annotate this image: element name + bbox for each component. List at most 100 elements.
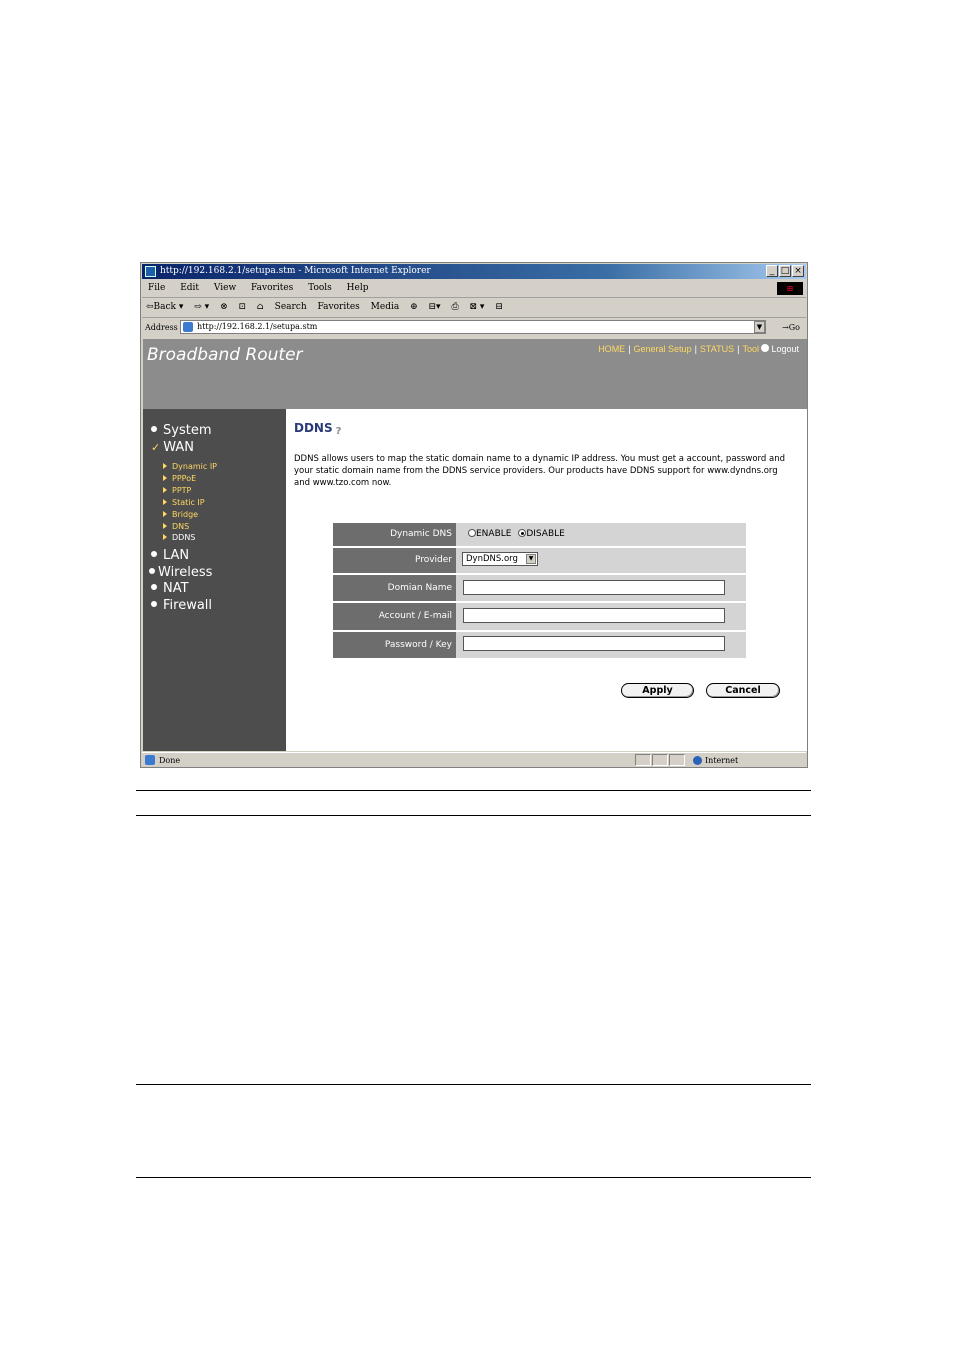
nav-status[interactable]: STATUS (700, 344, 734, 354)
window-title: http://192.168.2.1/setupa.stm - Microsof… (160, 266, 431, 276)
label-domain-name: Domian Name (333, 575, 456, 601)
router-header: Broadband Router HOME | General Setup | STAT… (143, 339, 807, 409)
arrow-icon (163, 523, 167, 529)
page-done-icon (145, 755, 155, 765)
address-value: http://192.168.2.1/setupa.stm (197, 322, 318, 331)
arrow-icon (163, 475, 167, 481)
label-account: Account / E-mail (333, 603, 456, 630)
label-password: Password / Key (333, 632, 456, 658)
sidebar-item-nat[interactable]: NAT (151, 581, 189, 596)
label-dynamic-dns: Dynamic DNS (333, 523, 456, 546)
forward-button[interactable]: ⇨ ▾ (194, 302, 209, 312)
stop-icon[interactable]: ⊗ (220, 302, 228, 312)
cancel-button[interactable]: Cancel (706, 683, 780, 698)
bullet-icon (151, 426, 157, 432)
sidebar-item-lan[interactable]: LAN (151, 548, 189, 563)
provider-select[interactable]: DynDNS.org ▼ (462, 552, 538, 566)
edit-icon[interactable]: ⊠ ▾ (470, 302, 485, 312)
disable-label: DISABLE (526, 529, 565, 539)
sidebar-item-wan[interactable]: ✓ WAN (151, 440, 194, 455)
row-dynamic-dns: Dynamic DNS ENABLE DISABLE (333, 523, 746, 548)
close-button[interactable]: × (792, 265, 804, 277)
sidebar-item-system[interactable]: System (151, 423, 211, 438)
minimize-button[interactable]: _ (766, 265, 778, 277)
check-icon: ✓ (151, 441, 161, 454)
bullet-icon (149, 568, 155, 574)
ie-icon (145, 266, 156, 277)
address-input[interactable]: http://192.168.2.1/setupa.stm (180, 320, 766, 334)
browser-window: http://192.168.2.1/setupa.stm - Microsof… (140, 262, 808, 768)
page-icon (183, 322, 193, 332)
menu-favorites[interactable]: Favorites (251, 283, 293, 293)
home-icon[interactable]: ⌂ (257, 302, 264, 312)
apply-button[interactable]: Apply (621, 683, 694, 698)
refresh-icon[interactable]: ⊡ (239, 302, 247, 312)
sidebar-sub-static-ip[interactable]: Static IP (163, 498, 205, 507)
sidebar-sub-ddns[interactable]: DDNS (163, 533, 195, 542)
page-title: DDNS? (294, 421, 348, 438)
brand-title: Broadband Router (147, 345, 303, 365)
arrow-icon (163, 511, 167, 517)
maximize-button[interactable]: □ (779, 265, 791, 277)
history-icon[interactable]: ⊕ (410, 302, 418, 312)
enable-radio[interactable] (468, 529, 476, 537)
password-input[interactable] (463, 636, 725, 651)
divider-line (136, 1084, 811, 1085)
router-page: Broadband Router HOME | General Setup | STAT… (143, 339, 807, 751)
nav-logout[interactable]: Logout (771, 344, 799, 354)
arrow-icon (163, 534, 167, 540)
back-button[interactable]: ⇦Back ▾ (146, 302, 183, 312)
arrow-icon (163, 463, 167, 469)
arrow-icon (163, 487, 167, 493)
print-icon[interactable]: ⎙ (451, 302, 458, 312)
status-pane (669, 754, 685, 766)
row-domain-name: Domian Name (333, 575, 746, 603)
label-provider: Provider (333, 548, 456, 573)
nav-tool[interactable]: Tool (742, 344, 759, 354)
nav-home[interactable]: HOME (598, 344, 625, 354)
bullet-icon (151, 584, 157, 590)
bullet-icon (151, 551, 157, 557)
chevron-down-icon: ▼ (526, 554, 536, 564)
discuss-icon[interactable]: ⊟ (495, 302, 503, 312)
menu-file[interactable]: File (148, 283, 165, 293)
menu-edit[interactable]: Edit (180, 283, 199, 293)
mail-icon[interactable]: ⊟▾ (429, 302, 441, 312)
sidebar-sub-dynamic-ip[interactable]: Dynamic IP (163, 462, 217, 471)
sidebar-sub-pptp[interactable]: PPTP (163, 486, 191, 495)
sidebar-sub-bridge[interactable]: Bridge (163, 510, 198, 519)
logout-icon (761, 344, 770, 352)
top-nav: HOME | General Setup | STATUS | Tool Logout (598, 344, 799, 354)
account-input[interactable] (463, 608, 725, 623)
menu-bar: File Edit View Favorites Tools Help ⊞ (142, 280, 806, 298)
favorites-button[interactable]: Favorites (318, 302, 360, 312)
sidebar-sub-pppoe[interactable]: PPPoE (163, 474, 196, 483)
media-button[interactable]: Media (371, 302, 400, 312)
sidebar-sub-dns[interactable]: DNS (163, 522, 189, 531)
bullet-icon (151, 601, 157, 607)
address-dropdown-icon[interactable]: ▼ (754, 321, 765, 333)
address-bar: Address http://192.168.2.1/setupa.stm ▼ … (142, 318, 806, 337)
address-label: Address (145, 323, 178, 332)
windows-logo-icon: ⊞ (777, 282, 803, 295)
divider-line (136, 1177, 811, 1178)
go-button[interactable]: →Go (782, 318, 800, 337)
sidebar-item-wireless[interactable]: Wireless (149, 565, 212, 580)
menu-help[interactable]: Help (347, 283, 369, 293)
browser-toolbar: ⇦Back ▾ ⇨ ▾ ⊗ ⊡ ⌂ Search Favorites Media… (142, 298, 806, 318)
help-icon: ? (335, 426, 342, 437)
menu-tools[interactable]: Tools (308, 283, 332, 293)
arrow-icon (163, 499, 167, 505)
status-text: Done (159, 756, 181, 765)
divider-line (136, 790, 811, 791)
search-button[interactable]: Search (275, 302, 307, 312)
nav-general-setup[interactable]: General Setup (634, 344, 692, 354)
zone-text: Internet (705, 756, 739, 765)
sidebar-item-firewall[interactable]: Firewall (151, 598, 212, 613)
domain-name-input[interactable] (463, 580, 725, 595)
main-content: DDNS? DDNS allows users to map the stati… (286, 409, 807, 751)
divider-line (136, 815, 811, 816)
sidebar: System ✓ WAN Dynamic IP PPPoE PPTP Static… (143, 409, 286, 751)
menu-view[interactable]: View (214, 283, 236, 293)
status-bar: Done Internet (142, 752, 806, 768)
